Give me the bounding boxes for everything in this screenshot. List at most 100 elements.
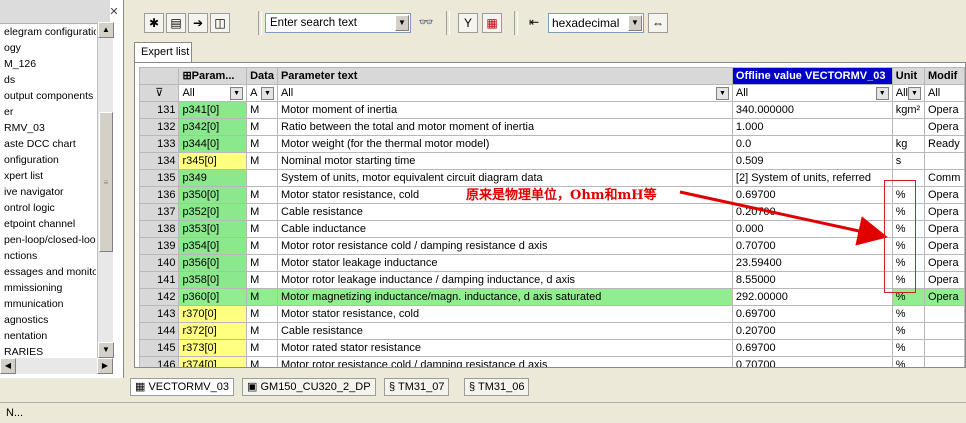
filter-settings-icon[interactable]: ▦ [482, 13, 502, 33]
table-row[interactable]: 133 p344[0] M Motor weight (for the thermal… [138, 135, 965, 153]
offline-value-cell[interactable]: 292.00000 [731, 288, 893, 306]
scroll-up-icon[interactable]: ▲ [98, 22, 114, 38]
tree-item[interactable]: elegram configuratio [4, 24, 96, 40]
tree-item[interactable]: nentation [4, 328, 47, 344]
tree-item[interactable]: M_126 [4, 56, 36, 72]
back-arrow-icon[interactable]: ⇤ [524, 13, 544, 33]
filter-icon[interactable]: ⊽ [155, 87, 163, 99]
param-filter-value: All [182, 87, 195, 99]
navigator-horizontal-scrollbar[interactable]: ◀ ▶ [0, 358, 113, 374]
offline-value-cell[interactable]: 1.000 [731, 118, 893, 136]
bottom-tab-tm31-06[interactable]: § TM31_06 [464, 378, 530, 396]
data-set-cell: M [246, 271, 278, 289]
offline-value-cell[interactable]: 0.69700 [731, 305, 893, 323]
offline-value-header[interactable]: Offline value VECTORMV_03 [731, 67, 893, 85]
filter-icon[interactable]: Y [458, 13, 478, 33]
chevron-down-icon[interactable]: ▼ [260, 86, 274, 100]
number-format-select[interactable]: hexadecimal ▼ [548, 13, 644, 33]
offline-value-cell[interactable]: 0.509 [731, 152, 893, 170]
compare-icon[interactable]: ◫ [210, 13, 230, 33]
table-row[interactable]: 144 r372[0] M Cable resistance 0.20700% [138, 322, 965, 340]
unit-header[interactable]: Unit [891, 67, 926, 85]
tree-item[interactable]: ogy [4, 40, 21, 56]
table-row[interactable]: 132 p342[0] M Ratio between the total and m… [138, 118, 965, 136]
data-header[interactable]: Data [246, 67, 278, 85]
close-icon[interactable]: ✕ [108, 6, 120, 18]
tree-item[interactable]: mmunication [4, 296, 64, 312]
modifiable-cell [924, 356, 965, 367]
chevron-down-icon[interactable]: ▼ [875, 86, 889, 100]
tree-item[interactable]: ds [4, 72, 15, 88]
bottom-tab-gm150[interactable]: ▣ GM150_CU320_2_DP [242, 378, 376, 396]
tree-item[interactable]: RMV_03 [4, 120, 45, 136]
tree-item[interactable]: essages and monito [4, 264, 96, 280]
unit-header-label: Unit [895, 70, 918, 82]
modif-filter[interactable]: All [924, 84, 965, 102]
tree-item[interactable]: RARIES [4, 344, 43, 358]
unit-highlight-box [884, 180, 916, 293]
new-icon[interactable]: ✱ [144, 13, 164, 33]
offline-value-cell[interactable]: 340.000000 [731, 101, 893, 119]
data-set-cell: M [246, 186, 278, 204]
offline-value-cell[interactable]: 23.59400 [731, 254, 893, 272]
tab-expert-list[interactable]: Expert list [134, 42, 192, 62]
bottom-tab-tm31-07[interactable]: § TM31_07 [384, 378, 450, 396]
table-row[interactable]: 143 r370[0] M Motor stator resistance, cold… [138, 305, 965, 323]
tree-item[interactable]: ontrol logic [4, 200, 55, 216]
tree-item[interactable]: pen-loop/closed-loo [4, 232, 96, 248]
offline-value-cell[interactable]: 0.70700 [731, 356, 893, 367]
modifiable-cell [924, 322, 965, 340]
navigator-vertical-scrollbar[interactable]: ▲ ≡ ▼ [97, 22, 114, 358]
table-row[interactable]: 140 p356[0] M Motor stator leakage inductan… [138, 254, 965, 272]
apply-format-icon[interactable]: ⇔ [648, 13, 668, 33]
scroll-down-icon[interactable]: ▼ [98, 342, 114, 358]
tree-item[interactable]: nctions [4, 248, 37, 264]
offline-value-cell[interactable]: 8.55000 [731, 271, 893, 289]
chevron-down-icon[interactable]: ▼ [230, 86, 244, 100]
param-cell: p341[0] [178, 101, 248, 119]
offline-value-cell[interactable]: 0.20700 [731, 322, 893, 340]
unit-filter[interactable]: All ▼ [891, 84, 926, 102]
chevron-down-icon[interactable]: ▼ [908, 86, 921, 100]
modifiable-cell: Opera [924, 254, 965, 272]
row-number-cell: 141 [138, 271, 180, 289]
scroll-thumb[interactable]: ≡ [99, 112, 113, 252]
tree-item[interactable]: xpert list [4, 168, 43, 184]
tree-item[interactable]: output components [4, 88, 93, 104]
table-row[interactable]: 131 p341[0] M Motor moment of inertia 340.00… [138, 101, 965, 119]
param-header[interactable]: ⊞Param... [178, 67, 248, 85]
offline-value-cell[interactable]: 0.0 [731, 135, 893, 153]
parameter-text-cell: Ratio between the total and motor moment… [276, 118, 733, 136]
tree-item[interactable]: aste DCC chart [4, 136, 76, 152]
parameter-text-header[interactable]: Parameter text [276, 67, 733, 85]
tree-item[interactable]: er [4, 104, 13, 120]
text-filter[interactable]: All ▼ [276, 84, 733, 102]
tree-item[interactable]: etpoint channel [4, 216, 75, 232]
modifiable-header[interactable]: Modif [924, 67, 965, 85]
scroll-right-icon[interactable]: ▶ [97, 358, 113, 374]
binoculars-icon[interactable]: 👓 [416, 13, 436, 33]
bottom-tab-vectormv-03[interactable]: ▦ VECTORMV_03 [130, 378, 234, 396]
offline-value-cell[interactable]: 0.69700 [731, 339, 893, 357]
search-input[interactable]: Enter search text ▼ [265, 13, 411, 33]
tree-item[interactable]: ive navigator [4, 184, 64, 200]
param-filter[interactable]: All ▼ [178, 84, 248, 102]
export-icon[interactable]: ➔ [188, 13, 208, 33]
offline-filter[interactable]: All ▼ [731, 84, 893, 102]
tree-item[interactable]: onfiguration [4, 152, 59, 168]
table-row[interactable]: 146 r374[0] M Motor rotor resistance cold /… [138, 356, 965, 367]
tree-item[interactable]: agnostics [4, 312, 48, 328]
data-set-cell: M [246, 254, 278, 272]
table-row[interactable]: 142 p360[0] M Motor magnetizing inductance/… [138, 288, 965, 306]
chevron-down-icon[interactable]: ▼ [395, 15, 409, 31]
tree-item[interactable]: mmissioning [4, 280, 62, 296]
data-filter[interactable]: A ▼ [246, 84, 278, 102]
scroll-left-icon[interactable]: ◀ [0, 358, 16, 374]
data-set-cell: M [246, 118, 278, 136]
chevron-down-icon[interactable]: ▼ [715, 86, 729, 100]
table-row[interactable]: 134 r345[0] M Nominal motor starting time 0.… [138, 152, 965, 170]
table-row[interactable]: 145 r373[0] M Motor rated stator resistance… [138, 339, 965, 357]
open-folder-icon[interactable]: ▤ [166, 13, 186, 33]
chevron-down-icon[interactable]: ▼ [628, 15, 642, 31]
table-row[interactable]: 141 p358[0] M Motor rotor leakage inductanc… [138, 271, 965, 289]
